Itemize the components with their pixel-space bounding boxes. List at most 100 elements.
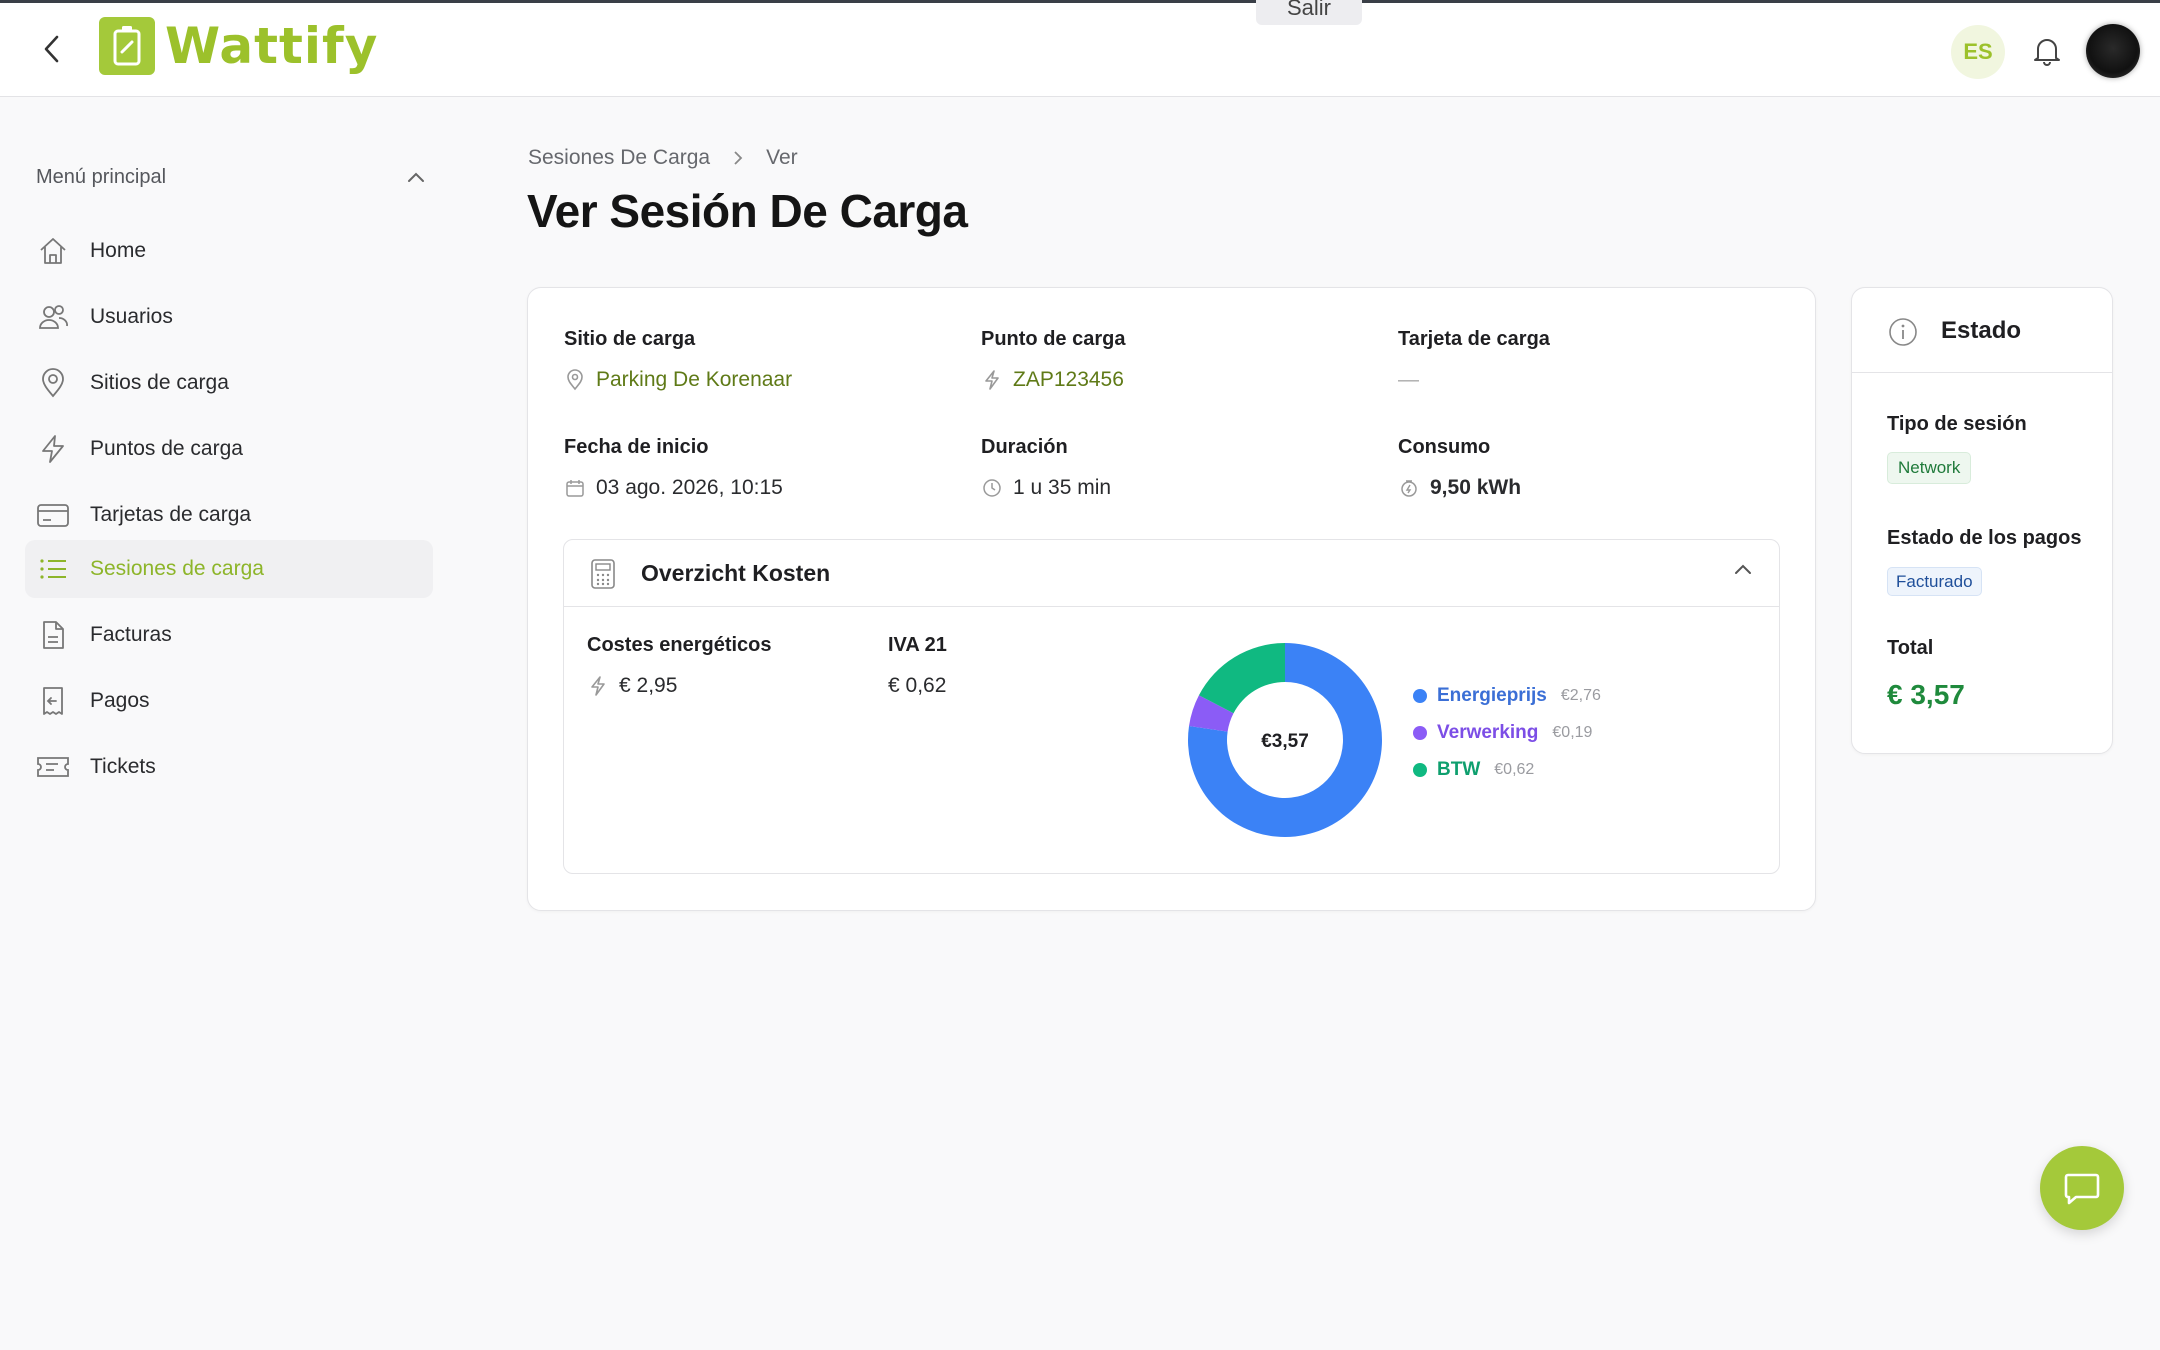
calendar-icon	[564, 477, 586, 499]
sidebar-item-home[interactable]: Home	[25, 222, 433, 280]
lightning-icon	[587, 675, 609, 697]
sidebar-item-label: Facturas	[90, 623, 172, 646]
card-icon	[36, 498, 70, 532]
lightning-icon	[36, 432, 70, 466]
legend-item-vat: BTW €0,62	[1413, 759, 1534, 781]
consumption-label: Consumo	[1398, 436, 1491, 458]
user-avatar[interactable]	[2086, 24, 2140, 78]
home-icon	[36, 234, 70, 268]
users-icon	[36, 300, 70, 334]
total-value: € 3,57	[1887, 679, 1965, 710]
start-label: Fecha de inicio	[564, 436, 709, 458]
sidebar-item-payments[interactable]: Pagos	[25, 672, 433, 730]
cost-overview-panel: Overzicht Kosten Costes energéticos € 2,…	[563, 539, 1780, 874]
chevron-left-icon	[44, 35, 59, 63]
session-type-badge: Network	[1887, 452, 1972, 484]
sidebar-item-label: Puntos de carga	[90, 437, 243, 460]
card-label: Tarjeta de carga	[1398, 328, 1550, 350]
lightning-icon	[981, 369, 1003, 391]
cost-overview-header[interactable]: Overzicht Kosten	[564, 540, 1779, 607]
top-bar: Wattify Salir ES	[0, 0, 2160, 97]
list-icon	[36, 552, 70, 586]
sidebar-item-charging-sites[interactable]: Sitios de carga	[25, 354, 433, 412]
chevron-up-icon	[408, 172, 424, 182]
legend-label: Energieprijs	[1437, 685, 1547, 706]
receipt-icon	[36, 684, 70, 718]
cost-donut-chart: €3,57	[1188, 643, 1382, 837]
start-value-row: 03 ago. 2026, 10:15	[564, 476, 783, 500]
sidebar-item-label: Tickets	[90, 755, 156, 778]
bell-icon	[2034, 39, 2060, 66]
map-pin-icon	[564, 369, 586, 391]
chevron-up-icon[interactable]	[1733, 562, 1753, 581]
energy-cost-value: € 2,95	[619, 674, 678, 697]
sidebar-item-label: Usuarios	[90, 305, 173, 328]
site-value: Parking De Korenaar	[596, 368, 793, 391]
sidebar-item-label: Sitios de carga	[90, 371, 229, 394]
energy-icon	[1398, 477, 1420, 499]
card-value: —	[1398, 368, 1419, 391]
chat-button[interactable]	[2040, 1146, 2124, 1230]
donut-center-total: €3,57	[1261, 731, 1309, 752]
payment-status-label: Estado de los pagos	[1887, 527, 2082, 549]
sidebar-item-users[interactable]: Usuarios	[25, 288, 433, 346]
status-header: Estado	[1852, 288, 2112, 373]
main-menu-title: Menú principal	[36, 165, 167, 188]
sidebar-item-invoices[interactable]: Facturas	[25, 606, 433, 664]
sidebar-item-charging-cards[interactable]: Tarjetas de carga	[25, 486, 433, 544]
duration-value-row: 1 u 35 min	[981, 476, 1111, 500]
breadcrumb: Sesiones De Carga Ver	[528, 146, 798, 170]
map-pin-icon	[36, 366, 70, 400]
legend-dot	[1413, 689, 1427, 703]
duration-value: 1 u 35 min	[1013, 476, 1112, 499]
legend-label: Verwerking	[1437, 722, 1539, 743]
vat-label: IVA 21	[888, 634, 947, 656]
breadcrumb-current: Ver	[766, 146, 798, 169]
ticket-icon	[36, 750, 70, 784]
sidebar-item-label: Tarjetas de carga	[90, 503, 252, 526]
info-icon	[1888, 317, 1918, 352]
sidebar-item-charging-sessions[interactable]: Sesiones de carga	[25, 540, 433, 598]
point-value: ZAP123456	[1013, 368, 1124, 391]
breadcrumb-parent-link[interactable]: Sesiones De Carga	[528, 146, 710, 170]
cost-overview-title: Overzicht Kosten	[641, 560, 831, 586]
point-label: Punto de carga	[981, 328, 1126, 350]
session-type-label: Tipo de sesión	[1887, 413, 2027, 435]
main-menu-toggle[interactable]: Menú principal	[36, 160, 426, 194]
notifications-button[interactable]	[2027, 31, 2067, 71]
sidebar-item-tickets[interactable]: Tickets	[25, 738, 433, 796]
page-title: Ver Sesión De Carga	[527, 185, 968, 237]
language-switcher[interactable]: ES	[1951, 25, 2005, 79]
charging-point-link[interactable]: ZAP123456	[981, 368, 1124, 392]
legend-value: €0,19	[1552, 724, 1593, 741]
consumption-value: 9,50 kWh	[1430, 476, 1522, 499]
calculator-icon	[590, 558, 616, 595]
sidebar-item-label: Home	[90, 239, 147, 262]
site-link[interactable]: Parking De Korenaar	[564, 368, 792, 392]
battery-logo-icon	[99, 17, 155, 75]
logout-tab[interactable]: Salir	[1256, 0, 1362, 25]
legend-value: €0,62	[1494, 761, 1535, 778]
back-button[interactable]	[34, 31, 70, 67]
chat-icon	[2064, 1173, 2100, 1205]
document-icon	[36, 618, 70, 652]
legend-dot	[1413, 726, 1427, 740]
site-label: Sitio de carga	[564, 328, 696, 350]
sidebar-item-label: Pagos	[90, 689, 150, 712]
energy-cost-row: € 2,95	[587, 674, 677, 698]
legend-item-processing: Verwerking €0,19	[1413, 722, 1592, 744]
chevron-right-icon	[732, 149, 744, 167]
payment-status-badge: Facturado	[1887, 567, 1982, 596]
energy-cost-label: Costes energéticos	[587, 634, 772, 656]
legend-dot	[1413, 763, 1427, 777]
clock-icon	[981, 477, 1003, 499]
consumption-value-row: 9,50 kWh	[1398, 476, 1521, 500]
status-card: Estado Tipo de sesión Network Estado de …	[1851, 287, 2113, 754]
start-value: 03 ago. 2026, 10:15	[596, 476, 783, 499]
sidebar-item-charging-points[interactable]: Puntos de carga	[25, 420, 433, 478]
duration-label: Duración	[981, 436, 1068, 458]
app-name: Wattify	[165, 17, 379, 75]
total-label: Total	[1887, 637, 1934, 659]
legend-item-energy: Energieprijs €2,76	[1413, 685, 1601, 707]
app-logo[interactable]: Wattify	[99, 17, 378, 75]
